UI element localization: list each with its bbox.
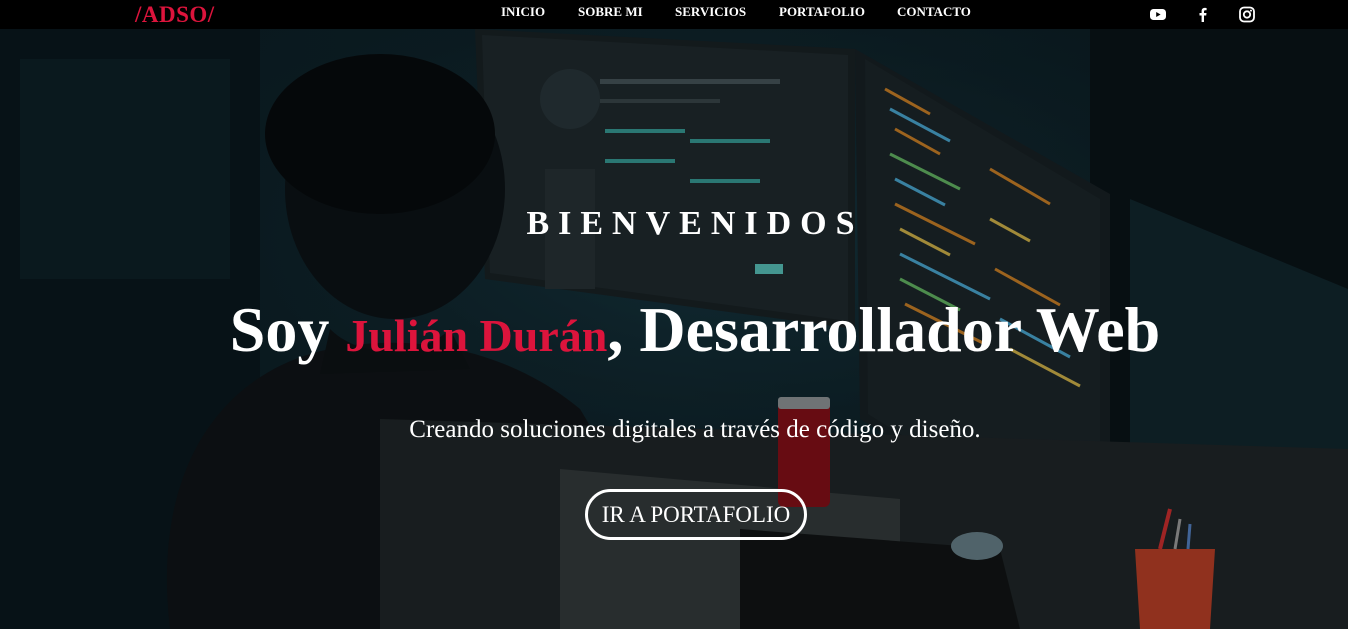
facebook-icon[interactable] [1194, 6, 1212, 23]
headline-suffix: , Desarrollador Web [607, 294, 1161, 365]
youtube-icon[interactable] [1149, 6, 1167, 23]
nav-item-sobre-mi[interactable]: SOBRE MI [578, 4, 643, 20]
hero-section: BIENVENIDOS Soy Julián Durán, Desarrolla… [0, 29, 1348, 629]
hero-headline: Soy Julián Durán, Desarrollador Web [0, 292, 1348, 374]
navbar: /ADSO/ INICIO SOBRE MI SERVICIOS PORTAFO… [0, 0, 1348, 29]
headline-prefix: Soy [229, 294, 346, 365]
instagram-icon[interactable] [1238, 6, 1256, 23]
nav-item-contacto[interactable]: CONTACTO [897, 4, 971, 20]
logo[interactable]: /ADSO/ [135, 2, 215, 28]
welcome-heading: BIENVENIDOS [526, 205, 864, 242]
nav-item-inicio[interactable]: INICIO [501, 4, 545, 20]
headline-name: Julián Durán [345, 310, 608, 361]
portfolio-cta-button[interactable]: IR A PORTAFOLIO [585, 489, 807, 540]
nav-item-portafolio[interactable]: PORTAFOLIO [779, 4, 865, 20]
nav-item-servicios[interactable]: SERVICIOS [675, 4, 746, 20]
hero-tagline: Creando soluciones digitales a través de… [409, 416, 981, 443]
